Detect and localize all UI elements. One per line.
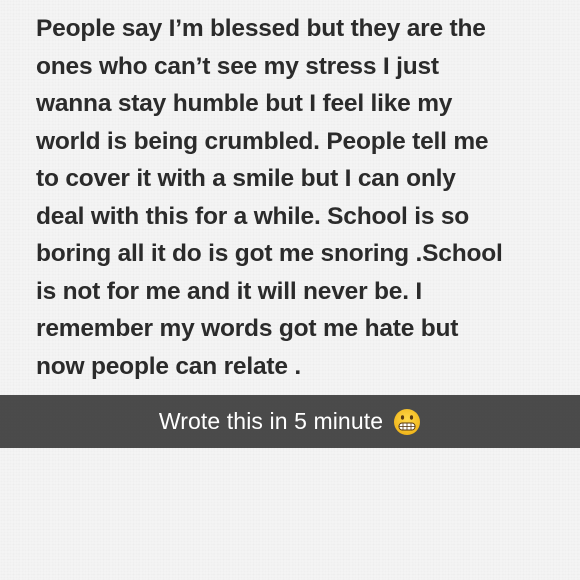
grimacing-face-icon	[393, 408, 421, 436]
note-text: People say I’m blessed but they are the …	[36, 15, 503, 380]
caption-text: Wrote this in 5 minute	[158, 408, 384, 434]
caption-bar: Wrote this in 5 minute	[0, 395, 580, 448]
